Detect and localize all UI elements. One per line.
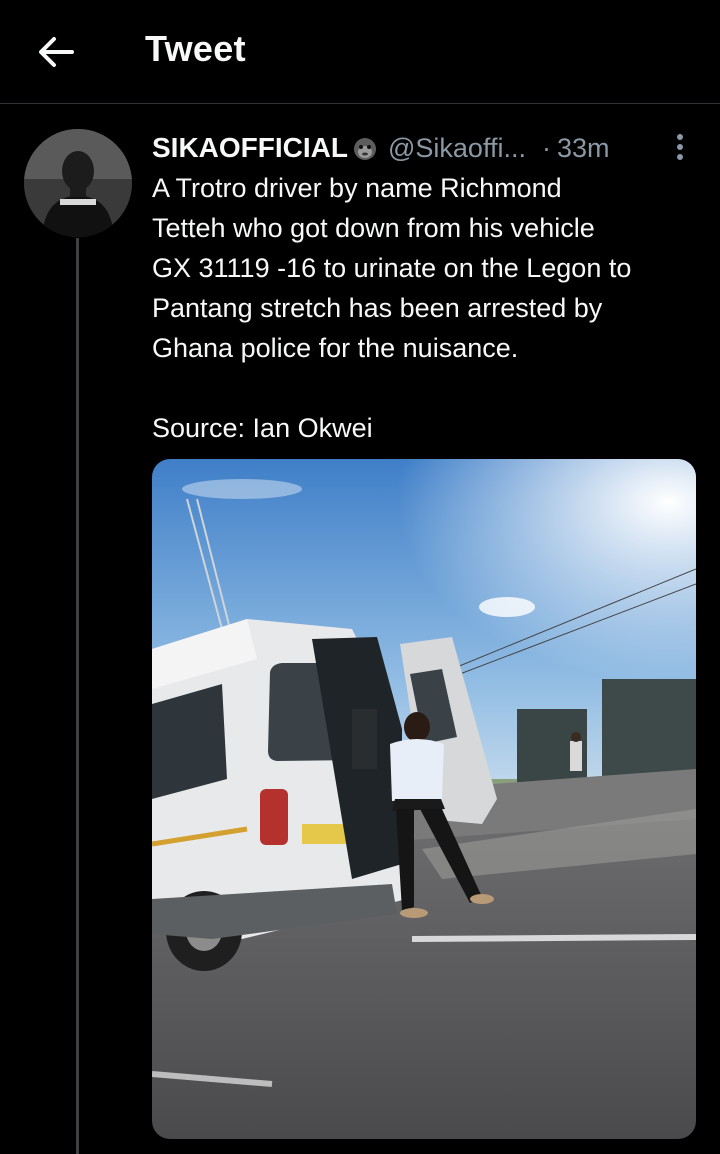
thread-line [76, 238, 79, 1154]
tweet-meta: SIKAOFFICIAL @Sikaoffi... · 33m [152, 128, 692, 168]
top-bar: Tweet [0, 0, 720, 104]
tweet-text: A Trotro driver by name Richmond Tetteh … [152, 173, 632, 363]
avatar-photo [24, 129, 132, 237]
photo-minibus-roadside [152, 459, 696, 1139]
gorilla-icon [352, 135, 378, 161]
separator-dot: · [541, 132, 551, 163]
tweet-photo[interactable] [152, 459, 696, 1139]
arrow-left-icon [39, 37, 74, 67]
back-button[interactable] [34, 30, 78, 74]
tweet-source: Source: Ian Okwei [152, 413, 373, 443]
avatar[interactable] [24, 129, 132, 237]
more-options-button[interactable] [666, 130, 694, 166]
user-handle[interactable]: @Sikaoffi... [388, 133, 526, 164]
display-name[interactable]: SIKAOFFICIAL [152, 132, 348, 164]
page-title: Tweet [145, 28, 246, 69]
timestamp[interactable]: 33m [557, 133, 610, 164]
more-vertical-icon [677, 134, 683, 160]
